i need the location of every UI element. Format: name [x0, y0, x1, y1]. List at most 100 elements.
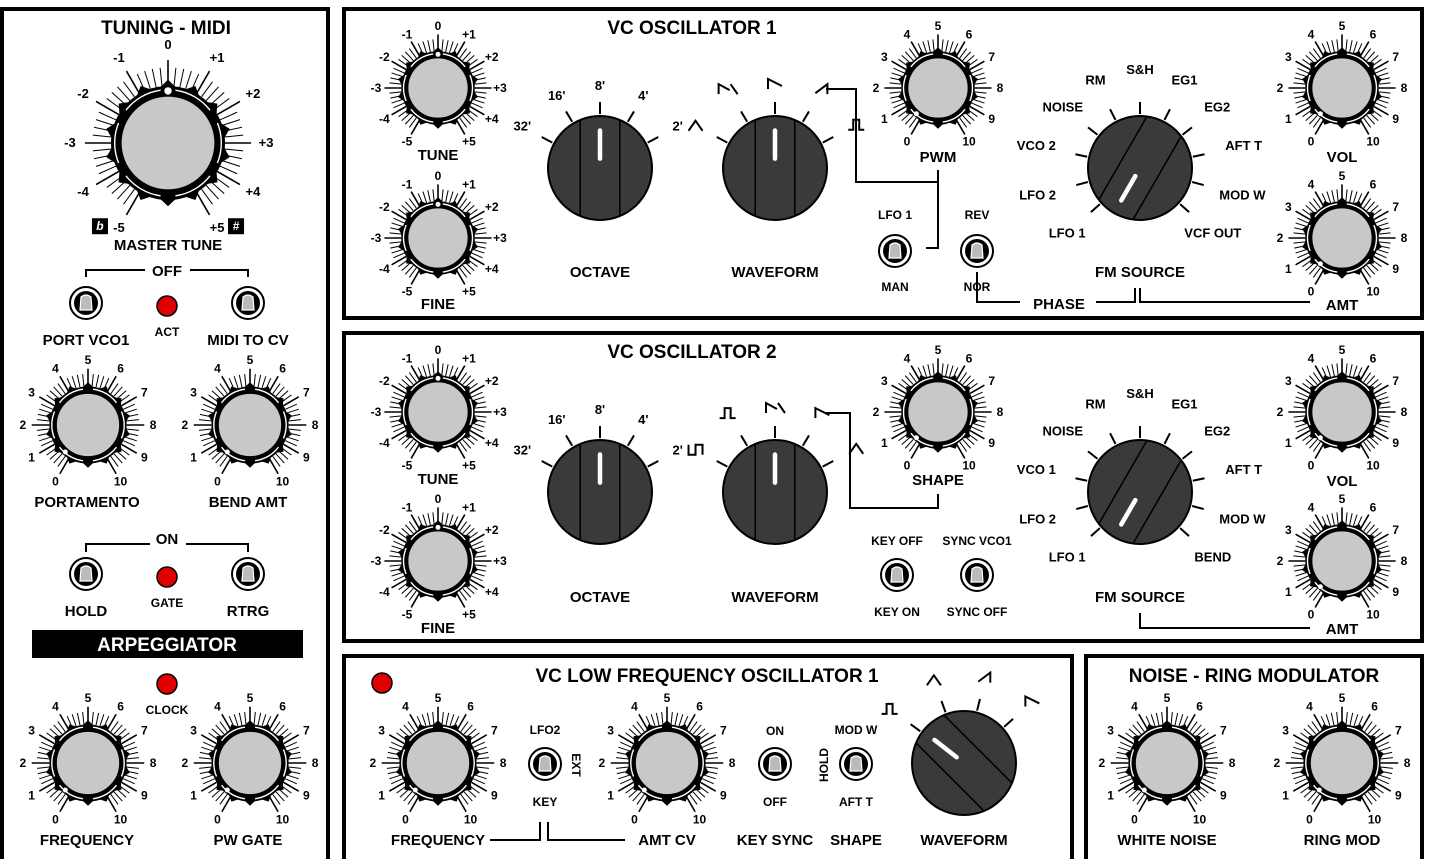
vco2-key-toggle[interactable] — [880, 558, 914, 592]
knob-face — [1310, 529, 1374, 593]
tick-mark — [123, 741, 136, 748]
selector-label: S&H — [1126, 386, 1153, 401]
tick-mark — [1377, 741, 1390, 748]
knob-scale-label: -5 — [402, 459, 413, 473]
knob-scale-label: 2 — [873, 405, 880, 419]
tick-mark — [432, 711, 435, 725]
vco2-tune-knob[interactable]: -5 -4 -3 -2 -1 0 +1 +2 +3 +4 +5 — [371, 343, 508, 473]
white-noise-knob[interactable]: 0 1 2 3 4 5 6 7 8 9 10 — [1099, 691, 1236, 826]
ring-mod-knob[interactable]: 0 1 2 3 4 5 6 7 8 9 10 — [1274, 691, 1411, 826]
tick-mark — [1359, 269, 1370, 285]
knob-scale-label: +4 — [485, 112, 499, 126]
knob-scale-label: 2 — [1277, 405, 1284, 419]
tick-mark — [1378, 774, 1391, 780]
hold-toggle[interactable] — [69, 557, 103, 591]
vco2-waveform-selector[interactable] — [687, 401, 865, 545]
rtrg-toggle[interactable] — [231, 557, 265, 591]
knob-face — [1310, 56, 1374, 120]
knob-scale-label: 0 — [1306, 812, 1313, 826]
knob-scale-label: -1 — [113, 50, 125, 65]
pw-gate-knob[interactable]: 0 1 2 3 4 5 6 7 8 9 10 — [182, 691, 319, 826]
knob-scale-label: 10 — [1368, 812, 1382, 826]
vco2-fine-knob[interactable]: -5 -4 -3 -2 -1 0 +1 +2 +3 +4 +5 — [371, 492, 508, 622]
vco1-tune-knob[interactable]: -5 -4 -3 -2 -1 0 +1 +2 +3 +4 +5 — [371, 19, 508, 149]
selector-label: S&H — [1126, 62, 1153, 77]
knob-scale-label: 2 — [370, 756, 377, 770]
lfo1-key-sync-toggle[interactable] — [758, 747, 792, 781]
tick-mark — [1331, 190, 1335, 203]
lfo1-frequency-knob[interactable]: 0 1 2 3 4 5 6 7 8 9 10 — [370, 691, 507, 826]
tick-mark — [36, 757, 50, 760]
vco2-octave-selector[interactable]: 32' 16' 8' 4' 2' — [514, 402, 683, 545]
vco1-lfo1-man-toggle[interactable] — [878, 234, 912, 268]
vco1-octave-selector[interactable]: 32' 16' 8' 4' 2' — [514, 78, 683, 221]
gate-led — [156, 566, 178, 588]
vco1-vol-knob[interactable]: 0 1 2 3 4 5 6 7 8 9 10 — [1277, 19, 1408, 149]
vco2-shape-knob[interactable]: 0 1 2 3 4 5 6 7 8 9 10 — [873, 343, 1004, 473]
tick-mark — [288, 419, 302, 422]
midi-to-cv-toggle[interactable] — [231, 286, 265, 320]
tick-mark — [1295, 396, 1308, 402]
tick-mark — [472, 72, 485, 78]
tick-mark — [257, 374, 262, 388]
tick-mark — [391, 222, 404, 228]
tick-mark — [1313, 796, 1324, 813]
knob-scale-label: 4 — [52, 362, 59, 376]
tick-mark — [432, 363, 435, 376]
vco2-fm-source-selector[interactable]: LFO 1 LFO 2 VCO 1 NOISERM S&H EG1 EG2 AFT T MOD … — [1017, 386, 1266, 565]
vco1-fm-source-selector[interactable]: LFO 1 LFO 2 VCO 2 NOISERM S&H EG1 EG2 AFT T MOD … — [1017, 62, 1266, 241]
lfo1-shape-toggle[interactable] — [839, 747, 873, 781]
knob-scale-label: -5 — [402, 285, 413, 299]
selector-tick — [822, 136, 834, 144]
lfo1-waveform-selector[interactable] — [881, 670, 1040, 816]
knob-scale-label: 2 — [182, 756, 189, 770]
tick-mark — [427, 40, 431, 53]
knob-scale-label: 5 — [1164, 691, 1171, 705]
selector-tick — [1075, 505, 1089, 511]
vco1-fine-knob[interactable]: -5 -4 -3 -2 -1 0 +1 +2 +3 +4 +5 — [371, 169, 508, 299]
vco2-vol-knob[interactable]: 0 1 2 3 4 5 6 7 8 9 10 — [1277, 343, 1408, 473]
tick-mark — [1376, 222, 1389, 228]
selector-label: VCF OUT — [1184, 226, 1241, 241]
vco1-pwm-knob[interactable]: 0 1 2 3 4 5 6 7 8 9 10 — [873, 19, 1004, 149]
knob-scale-label: -1 — [402, 177, 413, 191]
tick-mark — [1297, 426, 1309, 433]
tick-mark — [257, 712, 262, 726]
vco2-amt-knob[interactable]: 0 1 2 3 4 5 6 7 8 9 10 — [1277, 492, 1408, 622]
tick-mark — [889, 91, 902, 94]
vco1-rev-nor-toggle[interactable] — [960, 234, 994, 268]
arp-frequency-knob[interactable]: 0 1 2 3 4 5 6 7 8 9 10 — [20, 691, 157, 826]
knob-pointer — [435, 524, 441, 530]
lfo1-source-toggle[interactable] — [528, 747, 562, 781]
knob-face — [634, 730, 700, 796]
knob-pointer — [1316, 787, 1322, 793]
tick-mark — [1295, 422, 1308, 428]
tick-mark — [422, 514, 428, 527]
knob-pointer — [62, 787, 68, 793]
port-vco1-toggle[interactable] — [69, 286, 103, 320]
toggle-lever — [970, 242, 984, 259]
bend-amt-knob[interactable]: 0 1 2 3 4 5 6 7 8 9 10 — [182, 353, 319, 488]
knob-face — [906, 56, 970, 120]
tick-mark — [286, 746, 299, 752]
tick-mark — [1314, 592, 1325, 608]
knob-scale-label: 7 — [1392, 50, 1399, 64]
tick-mark — [224, 148, 244, 152]
vco1-lfo1-label: LFO 1 — [878, 208, 912, 222]
vco1-amt-knob[interactable]: 0 1 2 3 4 5 6 7 8 9 10 — [1277, 169, 1408, 299]
lfo1-amt-cv-knob[interactable]: 0 1 2 3 4 5 6 7 8 9 10 — [599, 691, 736, 826]
master-tune-knob[interactable]: -5 -4 -3 -2 -1 0 +1 +2 +3 +4 +5 b # — [64, 37, 273, 235]
selector-body — [1087, 115, 1193, 221]
portamento-knob[interactable]: 0 1 2 3 4 5 6 7 8 9 10 — [20, 353, 157, 488]
tick-mark — [393, 391, 405, 398]
tick-mark — [393, 102, 405, 109]
tick-mark — [389, 241, 402, 244]
knob-face — [406, 206, 470, 270]
vco1-waveform-selector[interactable] — [687, 77, 865, 221]
tick-mark — [1376, 545, 1389, 551]
tick-mark — [945, 364, 949, 377]
knob-scale-label: -3 — [371, 405, 382, 419]
tick-mark — [123, 440, 136, 447]
tick-mark — [219, 165, 238, 175]
vco2-sync-toggle[interactable] — [960, 558, 994, 592]
